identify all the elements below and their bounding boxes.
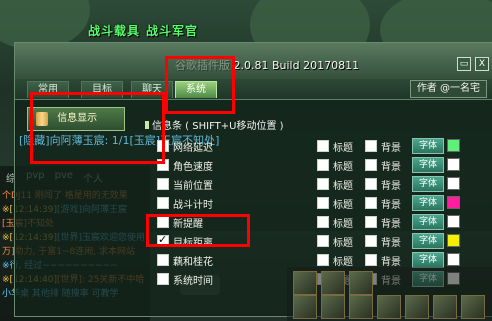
background-label: 背景 [381,143,401,154]
skill-slot[interactable] [349,271,373,295]
option-label: 系统时间 [173,276,213,287]
skill-slot[interactable] [293,271,317,295]
skill-bar [287,267,492,321]
title-label: 标题 [333,181,353,192]
title-checkbox[interactable] [317,235,329,247]
enable-checkbox[interactable] [157,197,169,209]
title-label: 标题 [333,200,353,211]
background-label: 背景 [381,238,401,249]
background-checkbox[interactable] [365,197,377,209]
section-title-text: 信息条 ( SHIFT+U移动位置 ) [152,121,284,132]
color-swatch[interactable] [447,139,460,152]
color-swatch[interactable] [447,158,460,171]
highlight-target-distance [146,214,250,247]
window-title-version: 2.0.81 Build 20170811 [233,59,360,72]
background-checkbox[interactable] [365,235,377,247]
background-label: 背景 [381,257,401,268]
background-checkbox[interactable] [365,140,377,152]
title-checkbox[interactable] [317,254,329,266]
title-label: 标题 [333,219,353,230]
font-button[interactable]: 字体 [412,195,444,211]
title-label: 标题 [333,257,353,268]
info-option-row: 角色速度 标题 背景 字体 [157,157,460,173]
background-label: 背景 [381,162,401,173]
option-label: 角色速度 [173,162,213,173]
info-option-row: 战斗计时 标题 背景 字体 [157,195,460,211]
skill-slot[interactable] [433,295,457,319]
background-checkbox[interactable] [365,159,377,171]
color-swatch[interactable] [447,234,460,247]
background-label: 背景 [381,181,401,192]
title-checkbox[interactable] [317,140,329,152]
author-button[interactable]: 作者 @一名宅 [409,80,487,98]
skill-slot[interactable] [293,295,317,319]
font-button[interactable]: 字体 [412,233,444,249]
enable-checkbox[interactable] [157,178,169,190]
color-swatch[interactable] [447,196,460,209]
skill-slot[interactable] [321,295,345,319]
font-button[interactable]: 字体 [412,176,444,192]
skill-slot[interactable] [405,295,429,319]
background-checkbox[interactable] [365,216,377,228]
skill-slot[interactable] [461,295,485,319]
skill-slot[interactable] [321,271,345,295]
title-label: 标题 [333,238,353,249]
font-button[interactable]: 字体 [412,138,444,154]
highlight-system-tab [165,56,235,114]
color-swatch[interactable] [447,253,460,266]
font-button[interactable]: 字体 [412,252,444,268]
font-button[interactable]: 字体 [412,214,444,230]
background-checkbox[interactable] [365,178,377,190]
title-label: 标题 [333,143,353,154]
title-checkbox[interactable] [317,159,329,171]
title-label: 标题 [333,162,353,173]
font-button[interactable]: 字体 [412,157,444,173]
enable-checkbox[interactable] [157,254,169,266]
title-checkbox[interactable] [317,216,329,228]
character-title-1: 战斗载具 [88,24,141,38]
background-label: 背景 [381,200,401,211]
minimize-button[interactable]: ▭ [457,57,471,71]
character-title-2: 战斗军官 [146,24,199,38]
info-option-row: 当前位置 标题 背景 字体 [157,176,460,192]
option-label: 藕和桂花 [173,257,213,268]
title-checkbox[interactable] [317,178,329,190]
color-swatch[interactable] [447,177,460,190]
enable-checkbox[interactable] [157,273,169,285]
background-checkbox[interactable] [365,254,377,266]
info-option-row: 藕和桂花 标题 背景 字体 [157,252,460,268]
background-label: 背景 [381,219,401,230]
close-button[interactable]: X [475,57,489,71]
option-label: 网络延迟 [173,143,213,154]
section-title: 信息条 ( SHIFT+U移动位置 ) [145,117,284,132]
window-titlebar[interactable]: 谷歌插件版 2.0.81 Build 20170811 ▭ X [15,43,492,80]
option-label: 战斗计时 [173,200,213,211]
title-checkbox[interactable] [317,197,329,209]
option-label: 当前位置 [173,181,213,192]
color-swatch[interactable] [447,215,460,228]
highlight-info-display [30,92,165,164]
skill-slot[interactable] [349,295,373,319]
skill-slot[interactable] [377,295,401,319]
info-option-row: 网络延迟 标题 背景 字体 [157,138,460,154]
